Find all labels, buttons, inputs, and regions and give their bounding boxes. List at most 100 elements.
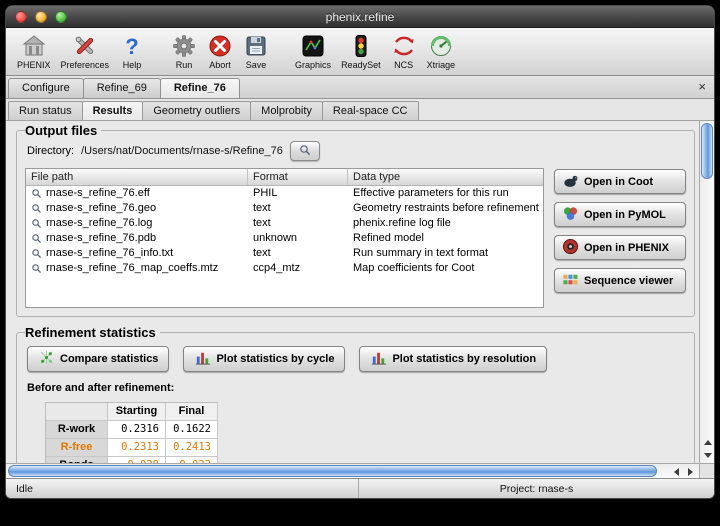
stats-row-label: R-work [46, 421, 108, 439]
toolbar-label: Graphics [295, 60, 331, 70]
output-files-heading: Output files [25, 123, 101, 138]
stats-corner-cell [46, 403, 108, 421]
scroll-right-button[interactable] [683, 464, 697, 478]
open-in-coot-button[interactable]: Open in Coot [554, 169, 686, 194]
tab-geometry-outliers[interactable]: Geometry outliers [142, 101, 251, 120]
preferences-tools-icon [72, 33, 98, 59]
magnifier-icon [31, 188, 42, 199]
vertical-scrollbar[interactable] [699, 121, 714, 463]
toolbar-button-ncs[interactable]: NCS [386, 31, 422, 72]
toolbar-button-xtriage[interactable]: Xtriage [422, 31, 461, 72]
pymol-icon [562, 205, 579, 225]
coot-bird-icon [562, 172, 579, 192]
file-datatype: Run summary in text format [348, 246, 543, 261]
button-label: Open in Coot [584, 176, 653, 188]
toolbar-button-graphics[interactable]: Graphics [290, 31, 336, 72]
magnifier-icon [31, 263, 42, 274]
file-format: ccp4_mtz [248, 261, 348, 276]
plot-by-cycle-button[interactable]: Plot statistics by cycle [183, 346, 345, 372]
file-row[interactable]: rnase-s_refine_76.eff PHIL Effective par… [26, 186, 543, 201]
button-label: Compare statistics [60, 353, 158, 365]
tab-real-space-cc[interactable]: Real-space CC [322, 101, 419, 120]
scroll-down-button[interactable] [700, 449, 714, 462]
file-format: PHIL [248, 186, 348, 201]
button-label: Sequence viewer [584, 275, 673, 287]
open-in-phenix-button[interactable]: Open in PHENIX [554, 235, 686, 260]
stats-value: 0.2316 [108, 421, 166, 439]
minimize-window-button[interactable] [35, 11, 47, 23]
toolbar-label: Help [123, 60, 142, 70]
directory-label: Directory: [27, 145, 74, 157]
file-name: rnase-s_refine_76.pdb [46, 232, 156, 244]
scroll-up-button[interactable] [700, 436, 714, 449]
column-file-path[interactable]: File path [26, 169, 248, 185]
results-tab-bar: Run status Results Geometry outliers Mol… [6, 99, 714, 121]
file-datatype: Refined model [348, 231, 543, 246]
file-format: text [248, 201, 348, 216]
toolbar-label: PHENIX [17, 60, 51, 70]
save-icon [243, 33, 269, 59]
button-label: Open in PHENIX [584, 242, 669, 254]
file-row[interactable]: rnase-s_refine_76_map_coeffs.mtz ccp4_mt… [26, 261, 543, 276]
job-tab-bar: Configure Refine_69 Refine_76 × [6, 76, 714, 99]
plot-by-resolution-button[interactable]: Plot statistics by resolution [359, 346, 547, 372]
file-name: rnase-s_refine_76_map_coeffs.mtz [46, 262, 218, 274]
tab-molprobity[interactable]: Molprobity [250, 101, 323, 120]
status-text: Idle [6, 483, 358, 495]
stats-value: 0.2313 [108, 439, 166, 457]
readyset-traffic-light-icon [348, 33, 374, 59]
stats-row-label: R-free [46, 439, 108, 457]
scrollbar-corner [699, 463, 714, 478]
toolbar-button-save[interactable]: Save [238, 31, 274, 72]
button-label: Plot statistics by resolution [392, 353, 536, 365]
file-name: rnase-s_refine_76_info.txt [46, 247, 173, 259]
arrow-left-icon [674, 468, 679, 476]
close-tab-icon[interactable]: × [698, 80, 706, 93]
bar-chart-icon [194, 349, 211, 369]
tab-configure[interactable]: Configure [8, 78, 84, 98]
file-row[interactable]: rnase-s_refine_76.log text phenix.refine… [26, 216, 543, 231]
toolbar-button-phenix[interactable]: PHENIX [12, 31, 56, 72]
horizontal-scroll-thumb[interactable] [8, 465, 657, 477]
column-format[interactable]: Format [248, 169, 348, 185]
file-row[interactable]: rnase-s_refine_76.pdb unknown Refined mo… [26, 231, 543, 246]
sequence-viewer-button[interactable]: Sequence viewer [554, 268, 686, 293]
column-data-type[interactable]: Data type [348, 169, 543, 185]
open-in-pymol-button[interactable]: Open in PyMOL [554, 202, 686, 227]
output-files-table[interactable]: File path Format Data type rnase-s_refin… [25, 168, 544, 308]
toolbar-button-help[interactable]: ? Help [114, 31, 150, 72]
file-name: rnase-s_refine_76.geo [46, 202, 156, 214]
help-icon: ? [119, 33, 145, 59]
tab-refine-76[interactable]: Refine_76 [160, 78, 240, 98]
file-name: rnase-s_refine_76.eff [46, 187, 150, 199]
file-datatype: phenix.refine log file [348, 216, 543, 231]
file-row[interactable]: rnase-s_refine_76_info.txt text Run summ… [26, 246, 543, 261]
toolbar-button-readyset[interactable]: ReadySet [336, 31, 386, 72]
tab-refine-69[interactable]: Refine_69 [83, 78, 161, 98]
file-datatype: Geometry restraints before refinement [348, 201, 543, 216]
xtriage-icon [428, 33, 454, 59]
bar-chart-icon [370, 349, 387, 369]
compare-statistics-button[interactable]: Compare statistics [27, 346, 169, 372]
browse-directory-button[interactable] [290, 141, 320, 161]
vertical-scroll-thumb[interactable] [701, 123, 713, 179]
tab-results[interactable]: Results [82, 101, 144, 120]
close-window-button[interactable] [15, 11, 27, 23]
toolbar-label: NCS [394, 60, 413, 70]
refinement-stats-table: Starting Final R-work 0.2316 0.1622 R-fr… [45, 402, 218, 463]
toolbar-label: Abort [209, 60, 231, 70]
file-datatype: Map coefficients for Coot [348, 261, 543, 276]
file-row[interactable]: rnase-s_refine_76.geo text Geometry rest… [26, 201, 543, 216]
tab-run-status[interactable]: Run status [8, 101, 83, 120]
arrow-down-icon [704, 453, 712, 458]
toolbar-button-abort[interactable]: Abort [202, 31, 238, 72]
horizontal-scrollbar[interactable] [6, 463, 699, 478]
magnifier-icon [31, 248, 42, 259]
scroll-left-button[interactable] [669, 464, 683, 478]
title-bar[interactable]: phenix.refine [6, 6, 714, 28]
arrow-up-icon [704, 440, 712, 445]
zoom-window-button[interactable] [55, 11, 67, 23]
toolbar-button-run[interactable]: Run [166, 31, 202, 72]
toolbar-button-preferences[interactable]: Preferences [56, 31, 115, 72]
magnifier-icon [31, 203, 42, 214]
